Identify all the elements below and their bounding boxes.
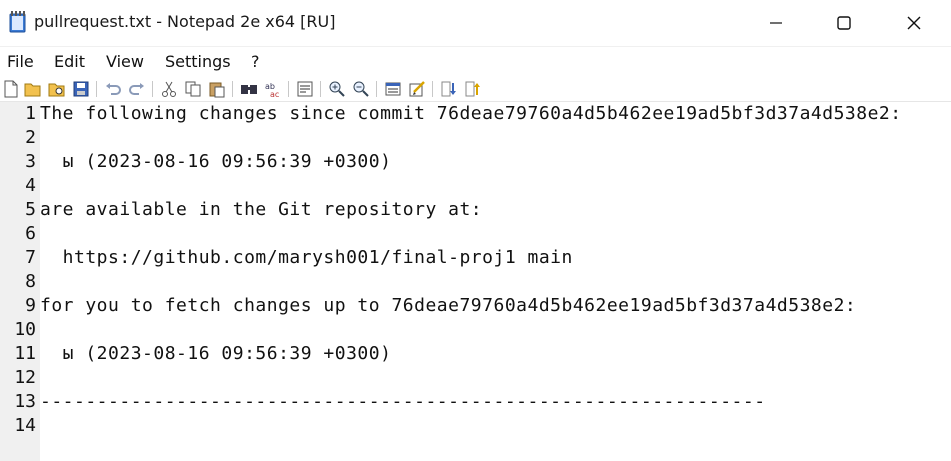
line-text[interactable]: ы (2023-08-16 09:56:39 +0300) xyxy=(40,342,391,366)
menu-file[interactable]: File xyxy=(7,52,34,71)
toolbar-separator xyxy=(152,81,153,97)
menu-settings[interactable]: Settings xyxy=(165,52,231,71)
close-button[interactable] xyxy=(879,0,949,46)
toolbar-separator xyxy=(376,81,377,97)
svg-text:ac: ac xyxy=(270,90,279,98)
undo-icon[interactable] xyxy=(104,80,122,98)
redo-icon[interactable] xyxy=(128,80,146,98)
line-number: 7 xyxy=(25,247,36,268)
line-text[interactable]: ----------------------------------------… xyxy=(40,390,766,414)
editor-line: 9 for you to fetch changes up to 76deae7… xyxy=(0,294,951,318)
zoom-in-icon[interactable] xyxy=(328,80,346,98)
paste-icon[interactable] xyxy=(208,80,226,98)
cut-icon[interactable] xyxy=(160,80,178,98)
line-number: 11 xyxy=(14,343,36,364)
line-text[interactable]: The following changes since commit 76dea… xyxy=(40,102,902,126)
editor-line: 11 ы (2023-08-16 09:56:39 +0300) xyxy=(0,342,951,366)
line-number: 13 xyxy=(14,391,36,412)
line-text[interactable]: are available in the Git repository at: xyxy=(40,198,482,222)
sort-reverse-icon[interactable] xyxy=(464,80,482,98)
line-number: 9 xyxy=(25,295,36,316)
open-icon[interactable] xyxy=(24,80,42,98)
close-icon xyxy=(907,16,921,30)
editor-line: 12 xyxy=(0,366,951,390)
find-icon[interactable] xyxy=(240,80,258,98)
line-number: 8 xyxy=(25,271,36,292)
editor-line: 5 are available in the Git repository at… xyxy=(0,198,951,222)
toolbar: ab ac xyxy=(0,77,951,102)
line-number: 6 xyxy=(25,223,36,244)
line-text[interactable]: ы (2023-08-16 09:56:39 +0300) xyxy=(40,150,391,174)
editor-line: 7 https://github.com/marysh001/final-pro… xyxy=(0,246,951,270)
window-title: pullrequest.txt - Notepad 2e x64 [RU] xyxy=(34,12,336,31)
line-number: 14 xyxy=(14,415,36,436)
new-icon[interactable] xyxy=(2,80,20,98)
line-number: 12 xyxy=(14,367,36,388)
save-icon[interactable] xyxy=(72,80,90,98)
editor-line: 4 xyxy=(0,174,951,198)
menu-help[interactable]: ? xyxy=(251,52,260,71)
notepad-app-icon xyxy=(9,11,26,33)
line-number: 2 xyxy=(25,127,36,148)
text-editor[interactable]: 1 The following changes since commit 76d… xyxy=(0,102,951,461)
editor-line: 8 xyxy=(0,270,951,294)
maximize-icon xyxy=(837,16,851,30)
editor-line: 1 The following changes since commit 76d… xyxy=(0,102,951,126)
editor-line: 2 xyxy=(0,126,951,150)
line-number: 4 xyxy=(25,175,36,196)
title-bar: pullrequest.txt - Notepad 2e x64 [RU] xyxy=(0,0,951,47)
line-number: 5 xyxy=(25,199,36,220)
maximize-button[interactable] xyxy=(809,0,879,46)
browse-icon[interactable] xyxy=(48,80,66,98)
editor-line: 6 xyxy=(0,222,951,246)
line-number: 10 xyxy=(14,319,36,340)
line-text[interactable]: https://github.com/marysh001/final-proj1… xyxy=(40,246,573,270)
editor-line: 3 ы (2023-08-16 09:56:39 +0300) xyxy=(0,150,951,174)
toolbar-separator xyxy=(96,81,97,97)
toolbar-separator xyxy=(432,81,433,97)
menu-view[interactable]: View xyxy=(106,52,144,71)
editor-line: 14 xyxy=(0,414,951,438)
wordwrap-icon[interactable] xyxy=(296,80,314,98)
line-number: 1 xyxy=(25,103,36,124)
toolbar-separator xyxy=(320,81,321,97)
copy-icon[interactable] xyxy=(184,80,202,98)
menu-bar: File Edit View Settings ? xyxy=(0,48,951,74)
editor-line: 10 xyxy=(0,318,951,342)
scheme-icon[interactable] xyxy=(384,80,402,98)
editor-line: 13 -------------------------------------… xyxy=(0,390,951,414)
line-text[interactable]: for you to fetch changes up to 76deae797… xyxy=(40,294,856,318)
toolbar-separator xyxy=(232,81,233,97)
replace-icon[interactable]: abac xyxy=(264,80,282,98)
minimize-button[interactable] xyxy=(741,0,811,46)
menu-edit[interactable]: Edit xyxy=(54,52,85,71)
line-number: 3 xyxy=(25,151,36,172)
minimize-icon xyxy=(770,22,782,24)
customize-schemes-icon[interactable] xyxy=(408,80,426,98)
toolbar-separator xyxy=(288,81,289,97)
sort-icon[interactable] xyxy=(440,80,458,98)
zoom-out-icon[interactable] xyxy=(352,80,370,98)
